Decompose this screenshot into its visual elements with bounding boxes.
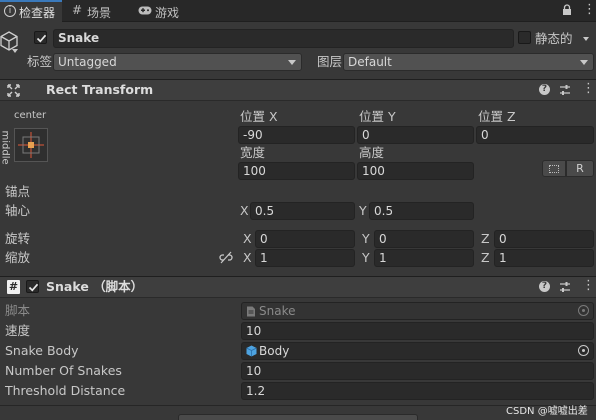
snake-body-label: Snake Body [5, 343, 79, 358]
pivot-y-field[interactable]: 0.5 [369, 202, 474, 220]
icon-dropdown-arrow[interactable] [12, 49, 18, 53]
anchor-preset-icon [18, 132, 44, 158]
blueprint-mode-button[interactable] [542, 160, 566, 177]
layer-value: Default [348, 55, 392, 69]
chevron-down-icon [580, 60, 588, 65]
anchor-preset-top-label: center [14, 110, 47, 121]
static-dropdown-arrow[interactable] [583, 37, 589, 41]
active-checkbox[interactable] [34, 31, 47, 44]
tab-label: 场景 [87, 6, 112, 20]
layer-dropdown[interactable]: Default [343, 53, 594, 71]
rot-z-label: Z [481, 231, 490, 246]
tag-label: 标签 [27, 54, 53, 69]
anchor-preset-button[interactable] [14, 128, 48, 162]
rect-transform-title: Rect Transform [46, 82, 154, 97]
num-snakes-field[interactable]: 10 [241, 362, 594, 380]
pivot-x-label: X [240, 203, 249, 218]
anchors-label[interactable]: 锚点 [5, 184, 30, 200]
pivot-x-field[interactable]: 0.5 [250, 202, 355, 220]
snake-body-value: Body [259, 344, 290, 358]
scale-z-label: Z [481, 250, 490, 265]
tab-label: 检查器 [19, 6, 56, 20]
constrain-proportions-icon[interactable] [219, 251, 233, 265]
presets-icon[interactable] [559, 84, 571, 96]
pos-z-label: 位置 Z [478, 109, 516, 124]
script-reference-field: Snake [241, 302, 594, 320]
threshold-label: Threshold Distance [5, 383, 126, 398]
scale-x-label: X [243, 250, 252, 265]
help-icon[interactable]: ? [539, 84, 550, 95]
component-menu-icon[interactable]: ⋮ [582, 81, 595, 96]
gameobject-name-input[interactable]: Snake [53, 29, 514, 48]
pivot-y-label: Y [359, 203, 367, 218]
raw-edit-button[interactable]: R [566, 160, 594, 177]
component-menu-icon[interactable]: ⋮ [582, 278, 595, 293]
watermark-text: CSDN @嘘嘘出差 [506, 406, 588, 417]
width-field[interactable]: 100 [238, 162, 355, 180]
rect-transform-header[interactable]: Rect Transform ? ⋮ [0, 79, 596, 101]
width-label: 宽度 [240, 145, 266, 160]
rot-z-field[interactable]: 0 [494, 230, 594, 248]
blueprint-icon [549, 165, 559, 173]
tab-inspector[interactable]: i 检查器 [0, 0, 62, 22]
gamepad-icon [138, 6, 152, 15]
static-label: 静态的 [535, 31, 573, 46]
rot-x-label: X [243, 231, 252, 246]
rot-x-field[interactable]: 0 [255, 230, 355, 248]
scale-x-field[interactable]: 1 [255, 249, 355, 267]
snake-body-field[interactable]: Body [241, 342, 594, 360]
scale-z-field[interactable]: 1 [494, 249, 594, 267]
script-value: Snake [259, 304, 296, 318]
grid-icon: # [72, 3, 83, 17]
pos-x-field[interactable]: -90 [238, 126, 355, 144]
anchor-preset-side-label: middle [0, 130, 11, 165]
threshold-field[interactable]: 1.2 [241, 382, 594, 400]
speed-label: 速度 [5, 323, 31, 338]
presets-icon[interactable] [559, 281, 571, 293]
height-label: 高度 [359, 145, 385, 160]
rotation-label: 旋转 [5, 231, 31, 246]
pivot-label: 轴心 [5, 203, 31, 218]
pos-z-field[interactable]: 0 [476, 126, 594, 144]
tab-menu-icon[interactable]: ⋮ [583, 2, 596, 17]
script-component-header[interactable]: # Snake （脚本） ? ⋮ [0, 276, 596, 298]
pos-y-field[interactable]: 0 [357, 126, 474, 144]
script-label: 脚本 [5, 303, 31, 318]
pos-y-label: 位置 Y [359, 109, 396, 124]
info-icon: i [4, 5, 16, 17]
tab-game[interactable]: 游戏 [136, 0, 200, 22]
scale-label: 缩放 [5, 250, 31, 265]
script-hash-icon: # [7, 280, 20, 294]
speed-field[interactable]: 10 [241, 322, 594, 340]
rect-transform-icon [7, 84, 20, 97]
script-component-title: Snake （脚本） [46, 279, 144, 294]
tab-label: 游戏 [155, 6, 180, 20]
lock-icon[interactable] [562, 4, 572, 16]
add-component-button[interactable] [178, 414, 418, 420]
script-file-icon [247, 306, 255, 317]
static-checkbox[interactable] [518, 31, 531, 44]
scale-y-label: Y [362, 250, 370, 265]
tag-value: Untagged [58, 55, 117, 69]
tag-dropdown[interactable]: Untagged [53, 53, 302, 71]
object-picker-icon[interactable] [578, 345, 589, 356]
layer-label: 图层 [317, 54, 343, 69]
rot-y-label: Y [362, 231, 370, 246]
script-enabled-checkbox[interactable] [26, 280, 39, 293]
rot-y-field[interactable]: 0 [374, 230, 474, 248]
tab-scene[interactable]: # 场景 [68, 0, 132, 22]
object-picker-icon [578, 305, 589, 316]
num-snakes-label: Number Of Snakes [5, 363, 122, 378]
prefab-cube-icon [246, 345, 257, 357]
pos-x-label: 位置 X [240, 109, 278, 124]
chevron-down-icon [288, 60, 296, 65]
help-icon[interactable]: ? [539, 281, 550, 292]
scale-y-field[interactable]: 1 [374, 249, 474, 267]
height-field[interactable]: 100 [357, 162, 474, 180]
